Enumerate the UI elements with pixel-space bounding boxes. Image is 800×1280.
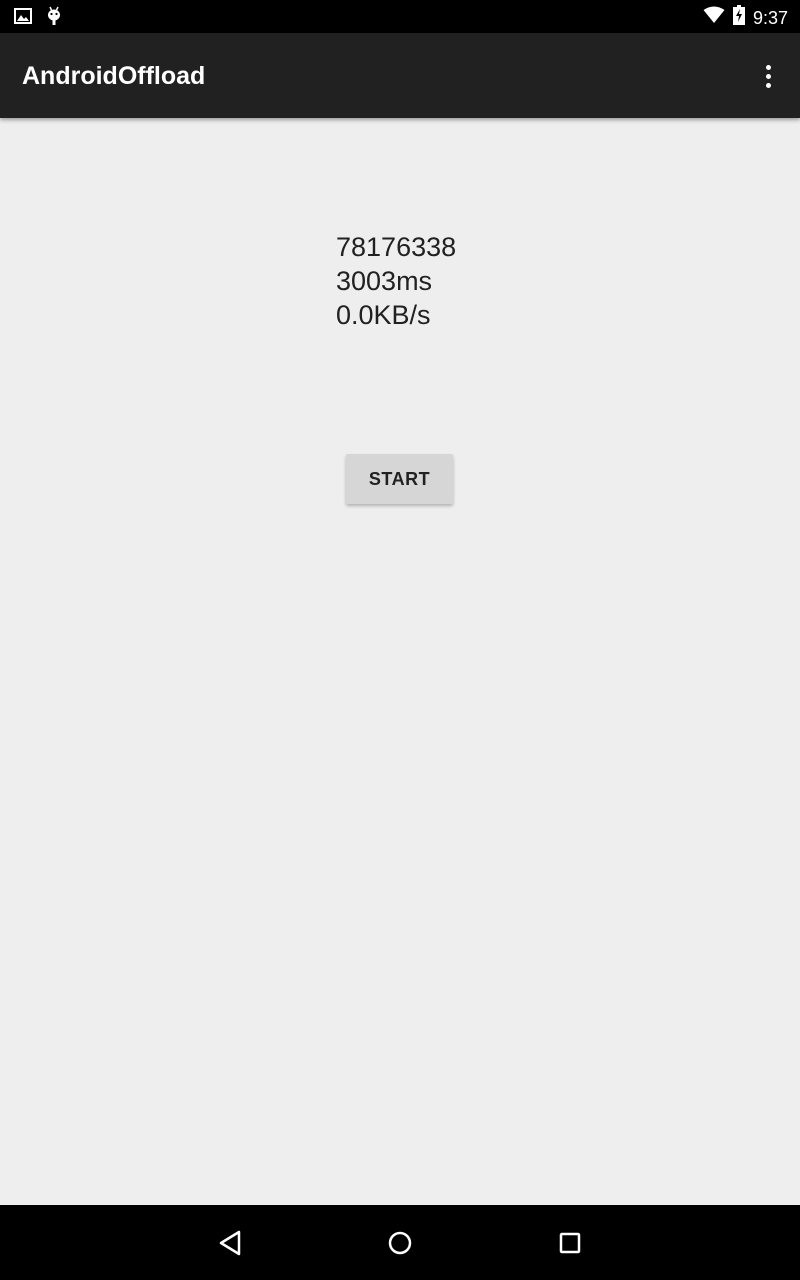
overflow-dot bbox=[765, 73, 771, 79]
more-vert-icon[interactable] bbox=[758, 61, 778, 91]
result-value: 78176338 bbox=[336, 232, 457, 262]
app-bar: AndroidOffload bbox=[0, 33, 800, 118]
status-left-icons bbox=[14, 6, 62, 31]
start-button[interactable]: START bbox=[346, 454, 453, 504]
back-icon[interactable] bbox=[217, 1229, 245, 1257]
home-icon[interactable] bbox=[386, 1229, 414, 1257]
app-title: AndroidOffload bbox=[22, 62, 206, 90]
result-readout: 78176338 3003ms 0.0KB/s bbox=[336, 230, 456, 332]
image-icon bbox=[14, 7, 32, 30]
status-right-icons: 9:37 bbox=[703, 5, 788, 30]
android-debug-icon bbox=[46, 6, 62, 31]
status-bar: 9:37 bbox=[0, 0, 800, 33]
status-time: 9:37 bbox=[752, 7, 788, 28]
wifi-icon bbox=[703, 6, 725, 29]
recents-icon[interactable] bbox=[556, 1229, 584, 1257]
result-speed: 0.0KB/s bbox=[336, 300, 431, 330]
overflow-dot bbox=[765, 82, 771, 88]
result-duration: 3003ms bbox=[336, 266, 433, 296]
navigation-bar bbox=[0, 1205, 800, 1280]
battery-charging-icon bbox=[732, 5, 745, 30]
overflow-dot bbox=[765, 64, 771, 70]
